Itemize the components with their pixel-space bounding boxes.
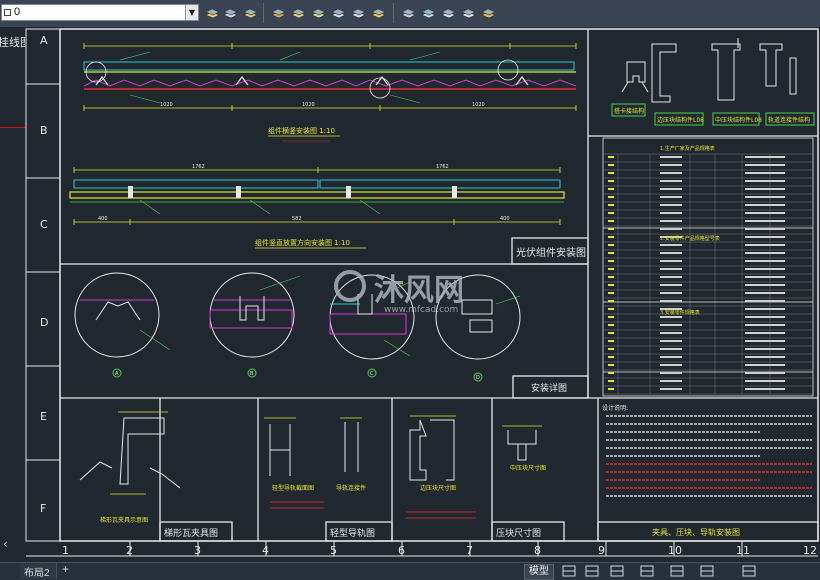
layer-properties-icon[interactable] (204, 4, 221, 21)
layer-dropdown-value: 0 (14, 6, 21, 18)
title-block: 夹具、压块、导轨安装图 (652, 527, 740, 537)
osnap-icon[interactable] (670, 565, 684, 577)
toolbar-separator (393, 3, 394, 23)
snap-icon[interactable] (585, 565, 599, 577)
layout-tab-2[interactable]: 布局2 (20, 563, 57, 579)
add-layout-button[interactable]: + (62, 562, 69, 576)
clamp-label: 梯形瓦夹具示意图 (100, 516, 148, 524)
workspace-icon[interactable] (742, 565, 756, 577)
column-label: 9 (598, 544, 605, 557)
rail-label-a: 轻型导轨截面图 (272, 484, 314, 492)
layer-off-icon[interactable] (350, 4, 367, 21)
horizontal-install-view: 1020 1020 1020 组件横竖安装图 1:10 (83, 43, 577, 142)
layer-unisolate-icon[interactable] (310, 4, 327, 21)
chevron-down-icon[interactable]: ▼ (185, 5, 198, 20)
detail-marker-label: C (370, 371, 374, 377)
column-label: 12 (803, 544, 817, 557)
layer-freeze-icon[interactable] (330, 4, 347, 21)
detail-marker-label: A (115, 371, 119, 377)
part-label-2: 边压块结构件L08 (657, 116, 704, 124)
column-label: 11 (736, 544, 750, 557)
layer-isolate-icon[interactable] (290, 4, 307, 21)
parts-tables: 1.生产厂家及产品规格表 2.安装零件产品规格型号表 3.安装零件规格表 (602, 137, 814, 397)
column-label: 6 (398, 544, 405, 557)
column-label: 4 (262, 544, 269, 557)
column-label: 3 (194, 544, 201, 557)
row-label: B (40, 124, 48, 137)
column-label: 7 (466, 544, 473, 557)
model-space-button[interactable]: 模型 (524, 564, 554, 580)
row-label: E (40, 410, 47, 423)
polar-icon[interactable] (640, 565, 654, 577)
layer-color-swatch (4, 9, 11, 16)
ortho-icon[interactable] (610, 565, 624, 577)
merge-layer-icon[interactable] (460, 4, 477, 21)
table-header-3: 3.安装零件规格表 (660, 309, 700, 316)
table-header-1: 1.生产厂家及产品规格表 (660, 145, 715, 152)
press-label-a: 边压块尺寸图 (420, 484, 456, 492)
column-label: 8 (534, 544, 541, 557)
bottom-sketches (79, 417, 537, 489)
annotate-icon[interactable] (700, 565, 714, 577)
watermark-brand: 沐风网 (374, 273, 464, 308)
part-sketches (621, 38, 797, 103)
layer-unlock-icon[interactable] (400, 4, 417, 21)
column-label: 10 (668, 544, 682, 557)
cad-drawing: ABCDEF 1 2 3 4 5 6 7 8 9 10 11 12 1020 1… (25, 28, 819, 557)
layer-side-panel: 挂线图 ‹ (0, 27, 31, 562)
pv-install-title: 光伏组件安装图 (516, 246, 586, 259)
dim-3: 1020 (472, 102, 485, 108)
grid-icon[interactable] (562, 565, 576, 577)
rail-title: 轻型导轨图 (330, 527, 375, 539)
press-label-b: 中压块尺寸图 (510, 464, 546, 472)
rail-label-b: 导轨连接件 (336, 484, 366, 492)
detail-marker-label: B (250, 371, 254, 377)
drawing-canvas[interactable]: ABCDEF 1 2 3 4 5 6 7 8 9 10 11 12 1020 1… (25, 27, 820, 562)
press-block-title: 压块尺寸图 (496, 527, 541, 539)
dim-5: 1762 (436, 164, 449, 170)
status-bar: 布局2 + 模型 (0, 562, 820, 580)
layer-walk-icon[interactable] (420, 4, 437, 21)
detail-title: 安装详图 (531, 382, 567, 394)
table-header-2: 2.安装零件产品规格型号表 (660, 235, 720, 242)
section1-title: 组件横竖安装图 1:10 (268, 126, 335, 135)
row-label: D (40, 316, 48, 329)
part-label-4: 轨道连接件结构 (768, 116, 810, 124)
column-label: 2 (126, 544, 133, 557)
row-label: C (40, 218, 48, 231)
tile-clamp-title: 梯形瓦夹具图 (164, 527, 218, 539)
notes-title: 设计说明: (602, 404, 628, 412)
part-label-1: 搭卡接结构 (614, 107, 644, 115)
delete-layer-icon[interactable] (480, 4, 497, 21)
layer-lock-icon[interactable] (370, 4, 387, 21)
layer-state-icon[interactable] (242, 4, 259, 21)
dim-8: 400 (500, 216, 510, 222)
section2-title: 组件竖直放置方向安装图 1:10 (255, 238, 350, 247)
dim-7: 582 (292, 216, 302, 222)
layer-previous-icon[interactable] (222, 4, 239, 21)
part-label-3: 中压块结构件L08 (715, 116, 762, 124)
dim-2: 1020 (302, 102, 315, 108)
dim-1: 1020 (160, 102, 173, 108)
row-label: A (40, 34, 48, 47)
row-label: F (40, 502, 46, 515)
layer-dropdown[interactable]: 0 ▼ (1, 4, 199, 21)
dim-4: 1762 (192, 164, 205, 170)
match-layer-icon[interactable] (270, 4, 287, 21)
bottom-dims (110, 411, 542, 495)
side-panel-divider (0, 127, 25, 128)
layout-tab-label: 布局2 (24, 568, 50, 579)
copy-objects-to-layer-icon[interactable] (440, 4, 457, 21)
watermark-url: www.mfcad.com (384, 305, 458, 315)
column-label: 5 (330, 544, 337, 557)
column-label: 1 (62, 544, 69, 557)
dim-6: 400 (98, 216, 108, 222)
collapse-chevron-icon[interactable]: ‹ (3, 537, 8, 551)
toolbar-separator (263, 3, 264, 23)
layer-toolbar: 0 ▼ (0, 0, 820, 28)
vertical-install-view: 1762 1762 400 582 400 组件竖直放置方向安装图 1:10 (69, 164, 565, 249)
detail-marker-label: D (476, 375, 480, 381)
